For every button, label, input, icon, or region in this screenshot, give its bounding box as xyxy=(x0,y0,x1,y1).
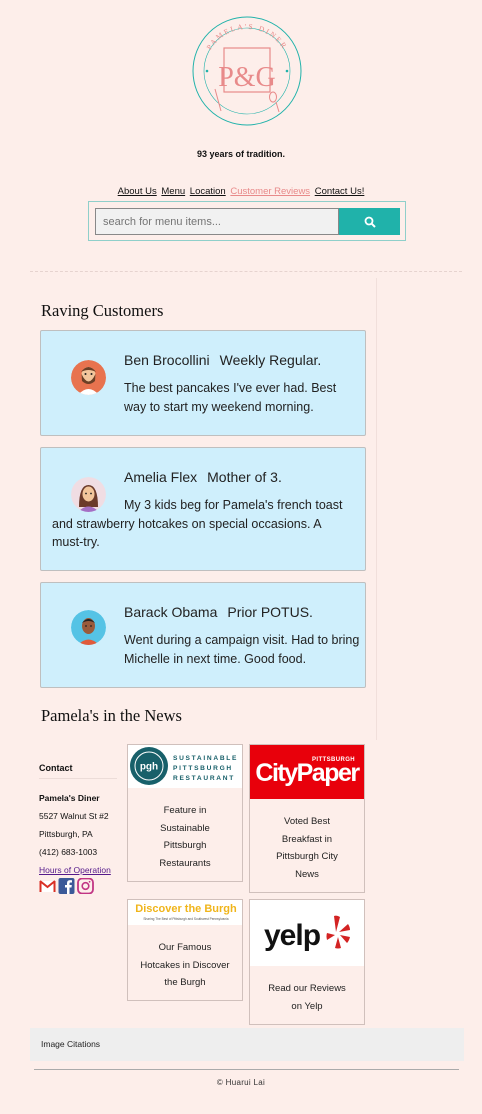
pgh-badge: pgh xyxy=(140,762,158,773)
contact-city: Pittsburgh, PA xyxy=(39,829,93,839)
discover-the-burgh-logo-text: Discover the Burgh xyxy=(135,903,237,915)
reviewer-role: Prior POTUS. xyxy=(227,604,313,620)
news-caption: Feature in Sustainable Pittsburgh Restau… xyxy=(159,805,211,869)
search-bar xyxy=(88,201,406,241)
main-nav: About Us Menu Location Customer Reviews … xyxy=(0,186,482,197)
news-card-discover-the-burgh[interactable]: Discover the Burgh Sharing The Best of P… xyxy=(127,899,243,1001)
reviewer-role: Weekly Regular. xyxy=(219,352,322,368)
yelp-logo: yelp xyxy=(250,900,364,966)
instagram-icon[interactable] xyxy=(77,877,94,895)
search-button[interactable] xyxy=(339,208,400,235)
review-card: Barack Obama Prior POTUS. Went during a c… xyxy=(40,582,366,688)
nav-customer-reviews[interactable]: Customer Reviews xyxy=(230,186,310,197)
nav-contact-us[interactable]: Contact Us! xyxy=(315,186,365,197)
reviewer-role: Mother of 3. xyxy=(207,469,282,485)
column-divider xyxy=(376,278,377,740)
contact-block: Contact Pamela's Diner 5527 Walnut St #2… xyxy=(39,763,117,895)
pamelas-diner-logo[interactable]: PAMELA'S DINER P&G xyxy=(191,15,303,127)
reviewer-name: Barack Obama xyxy=(124,604,218,620)
nav-location[interactable]: Location xyxy=(190,186,226,197)
yelp-logo-text: yelp xyxy=(264,919,321,952)
image-citations-bar: Image Citations xyxy=(30,1028,464,1061)
page: { "logo": {"arc_text": "PAMELA'S DINER",… xyxy=(0,0,482,1114)
reviewer-name: Ben Brocollini xyxy=(124,352,210,368)
search-input[interactable] xyxy=(95,208,339,235)
hours-of-operation-link[interactable]: Hours of Operation xyxy=(39,865,117,875)
news-caption: Read our Reviews on Yelp xyxy=(268,983,346,1012)
search-icon xyxy=(364,216,376,228)
nav-menu[interactable]: Menu xyxy=(161,186,185,197)
review-card: Ben Brocollini Weekly Regular. The best p… xyxy=(40,330,366,436)
review-text: The best pancakes I've ever had. Best wa… xyxy=(124,381,337,414)
reviews-heading: Raving Customers xyxy=(41,301,164,320)
news-heading: Pamela's in the News xyxy=(41,706,182,725)
gmail-icon[interactable] xyxy=(39,878,56,894)
copyright: © Huarui Lai xyxy=(216,1078,266,1087)
bearded-man-icon xyxy=(71,360,106,395)
social-links xyxy=(39,877,117,895)
news-caption: Voted Best Breakfast in Pittsburgh City … xyxy=(276,816,338,880)
tagline: 93 years of tradition. xyxy=(196,149,286,159)
review-card: Amelia Flex Mother of 3. My 3 kids beg fo… xyxy=(40,447,366,571)
news-caption: Our Famous Hotcakes in Discover the Burg… xyxy=(140,942,230,988)
nav-about-us[interactable]: About Us xyxy=(118,186,157,197)
news-card-yelp[interactable]: yelp Read our Reviews on Yelp xyxy=(249,899,365,1025)
man-icon xyxy=(71,610,106,645)
discover-the-burgh-logo-sub: Sharing The Best of Pittsburgh and South… xyxy=(143,917,229,921)
contact-heading: Contact xyxy=(39,763,117,779)
sustainable-pittsburgh-logo: pgh SUSTAINABLE PITTSBURGH RESTAURANT xyxy=(128,745,242,788)
contact-street: 5527 Walnut St #2 xyxy=(39,811,109,821)
reviewer-name: Amelia Flex xyxy=(124,469,198,485)
review-text: Went during a campaign visit. Had to bri… xyxy=(124,633,360,666)
news-card-sustainable-pittsburgh[interactable]: pgh SUSTAINABLE PITTSBURGH RESTAURANT Fe… xyxy=(127,744,243,882)
logo-monogram: P&G xyxy=(218,62,276,93)
image-citations-link[interactable]: Image Citations xyxy=(41,1039,100,1049)
contact-phone: (412) 683-1003 xyxy=(39,847,98,857)
citypaper-logo-text: CityPaper xyxy=(255,759,360,787)
review-text: My 3 kids beg for Pamela's french toast … xyxy=(52,498,343,549)
sustainable-pittsburgh-logo-text: SUSTAINABLE PITTSBURGH RESTAURANT xyxy=(173,755,239,782)
contact-name: Pamela's Diner xyxy=(39,793,100,803)
citypaper-logo: PITTSBURGH CityPaper xyxy=(250,745,364,799)
footer-divider xyxy=(34,1069,459,1070)
news-card-citypaper[interactable]: PITTSBURGH CityPaper Voted Best Breakfas… xyxy=(249,744,365,893)
facebook-icon[interactable] xyxy=(58,878,75,894)
section-divider xyxy=(30,271,462,272)
discover-the-burgh-logo: Discover the Burgh Sharing The Best of P… xyxy=(128,900,242,925)
